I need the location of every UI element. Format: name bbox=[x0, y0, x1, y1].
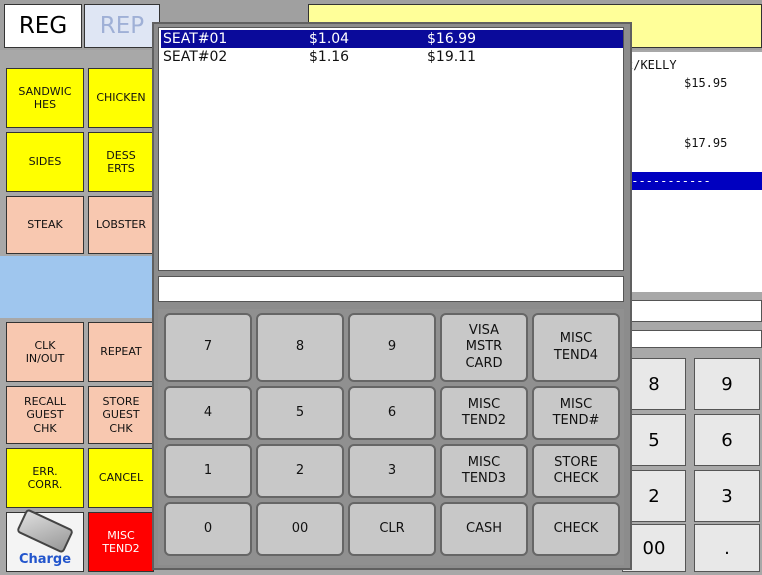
cash-button[interactable]: CASH bbox=[440, 502, 528, 556]
charge-button[interactable]: Charge bbox=[6, 508, 84, 572]
misc-tend4-button[interactable]: MISC TEND4 bbox=[532, 313, 620, 382]
key-3[interactable]: 3 bbox=[348, 444, 436, 498]
recall-guest-check-button[interactable]: RECALL GUEST CHK bbox=[6, 386, 84, 444]
receipt-entry bbox=[624, 300, 762, 322]
category-band bbox=[0, 256, 160, 318]
receipt-total-field bbox=[624, 330, 762, 348]
receipt-line-2-price: $17.95 bbox=[684, 136, 728, 150]
seat-row-1[interactable]: SEAT#01 $1.04 $16.99 bbox=[161, 30, 623, 48]
receipt-line-1-price: $15.95 bbox=[684, 76, 728, 90]
key-9[interactable]: 9 bbox=[348, 313, 436, 382]
tab-rep[interactable]: REP bbox=[84, 4, 160, 48]
seat-total: $19.11 bbox=[427, 49, 476, 65]
store-guest-check-button[interactable]: STORE GUEST CHK bbox=[88, 386, 154, 444]
receipt-selected-line: ------------ bbox=[624, 172, 762, 190]
sides-button[interactable]: SIDES bbox=[6, 132, 84, 192]
charge-label: Charge bbox=[18, 552, 72, 568]
credit-card-icon bbox=[15, 508, 75, 554]
tab-reg[interactable]: REG bbox=[4, 4, 82, 48]
seat-total: $16.99 bbox=[427, 31, 476, 47]
seat-tax: $1.04 bbox=[309, 31, 350, 47]
chicken-button[interactable]: CHICKEN bbox=[88, 68, 154, 128]
steak-button[interactable]: STEAK bbox=[6, 196, 84, 254]
lobster-button[interactable]: LOBSTER bbox=[88, 196, 154, 254]
server-name: 2/KELLY bbox=[626, 58, 677, 72]
seat-number: SEAT#02 bbox=[163, 49, 228, 65]
right-key-dot[interactable]: . bbox=[694, 524, 760, 572]
misc-tend2-button[interactable]: MISC TEND2 bbox=[88, 512, 154, 572]
check-button[interactable]: CHECK bbox=[532, 502, 620, 556]
sandwiches-button[interactable]: SANDWIC HES bbox=[6, 68, 84, 128]
seat-number: SEAT#01 bbox=[163, 31, 228, 47]
key-7[interactable]: 7 bbox=[164, 313, 252, 382]
seat-list: SEAT#01 $1.04 $16.99 SEAT#02 $1.16 $19.1… bbox=[158, 27, 624, 271]
key-6[interactable]: 6 bbox=[348, 386, 436, 440]
seat-row-2[interactable]: SEAT#02 $1.16 $19.11 bbox=[161, 48, 623, 66]
misc-tend2-key[interactable]: MISC TEND2 bbox=[440, 386, 528, 440]
repeat-button[interactable]: REPEAT bbox=[88, 322, 154, 382]
right-key-6[interactable]: 6 bbox=[694, 414, 760, 466]
error-correct-button[interactable]: ERR. CORR. bbox=[6, 448, 84, 508]
misc-tend-number-button[interactable]: MISC TEND# bbox=[532, 386, 620, 440]
key-0[interactable]: 0 bbox=[164, 502, 252, 556]
key-2[interactable]: 2 bbox=[256, 444, 344, 498]
store-check-button[interactable]: STORE CHECK bbox=[532, 444, 620, 498]
clear-button[interactable]: CLR bbox=[348, 502, 436, 556]
key-00[interactable]: 00 bbox=[256, 502, 344, 556]
right-key-3[interactable]: 3 bbox=[694, 470, 760, 522]
clock-in-out-button[interactable]: CLK IN/OUT bbox=[6, 322, 84, 382]
visa-mastercard-button[interactable]: VISA MSTR CARD bbox=[440, 313, 528, 382]
seat-tax: $1.16 bbox=[309, 49, 350, 65]
key-1[interactable]: 1 bbox=[164, 444, 252, 498]
misc-tend3-button[interactable]: MISC TEND3 bbox=[440, 444, 528, 498]
amount-entry-field[interactable] bbox=[158, 276, 624, 302]
key-8[interactable]: 8 bbox=[256, 313, 344, 382]
key-4[interactable]: 4 bbox=[164, 386, 252, 440]
cancel-button[interactable]: CANCEL bbox=[88, 448, 154, 508]
key-5[interactable]: 5 bbox=[256, 386, 344, 440]
right-key-9[interactable]: 9 bbox=[694, 358, 760, 410]
desserts-button[interactable]: DESS ERTS bbox=[88, 132, 154, 192]
